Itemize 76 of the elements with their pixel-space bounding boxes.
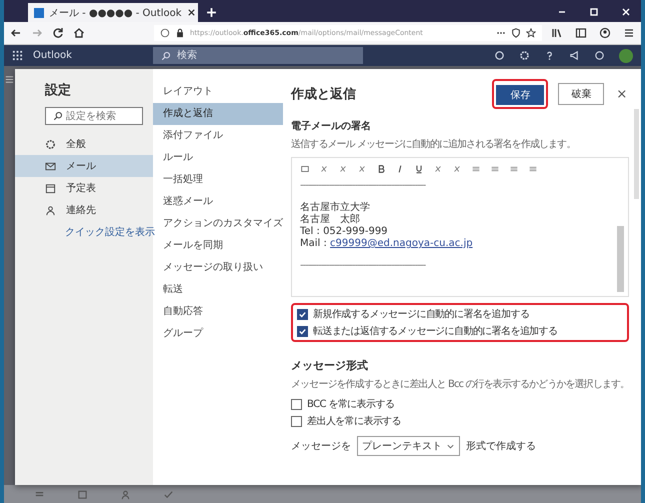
signature-line: ------------------------------------------------ [300, 180, 427, 192]
shield-icon[interactable] [511, 28, 521, 38]
signature-line: Mail : c99999@ed.nagoya-cu.ac.jp [300, 238, 474, 250]
scrollbar-thumb[interactable] [617, 226, 624, 292]
checkbox-label: 新規作成するメッセージに自動的に署名を追加する [313, 308, 530, 321]
compose-label: 形式で作成する [466, 440, 536, 453]
section-description: 送信するメール メッセージに自動的に追加される署名を作成します。 [291, 138, 576, 151]
sidebar-icon[interactable] [575, 27, 587, 39]
discard-button[interactable]: 破棄 [558, 83, 604, 105]
settings-title: 設定 [44, 82, 72, 99]
scrollbar-thumb[interactable] [634, 109, 640, 199]
save-button[interactable]: 保存 [496, 85, 544, 105]
subnav-item[interactable]: 自動応答 [153, 301, 283, 323]
subnav-item[interactable]: 添付ファイル [153, 125, 283, 147]
search-icon [161, 51, 171, 61]
subnav-item[interactable]: アクションのカスタマイズ [153, 213, 283, 235]
checkbox[interactable] [291, 416, 302, 426]
envelope-icon [45, 160, 56, 172]
checkbox-label: BCC を常に表示する [307, 398, 394, 411]
checkbox-label: 差出人を常に表示する [307, 414, 402, 428]
subnav-item[interactable]: グループ [153, 323, 283, 345]
signature-line: ------------------------------------------------ [300, 260, 427, 272]
menu-icon[interactable] [623, 27, 635, 39]
close-icon[interactable] [186, 8, 196, 17]
subnav-item[interactable]: レイアウト [153, 81, 283, 103]
signature-line: 名古屋市立大学 [300, 202, 371, 214]
pane-title: 作成と返信 [291, 86, 356, 103]
signature-line: 名古屋 太郎 [300, 214, 361, 226]
signature-editor[interactable]: ------------------------------------------------ 名古屋市立大学 名古屋 太郎 Tel : 052-999-999 Mail : c99999@ed.nagoya-cu.ac.jp ------------------------------------------------ [291, 157, 630, 297]
subnav-item[interactable]: 作成と返信 [153, 103, 283, 125]
email-link[interactable]: c99999@ed.nagoya-cu.ac.jp [330, 238, 473, 249]
settings-category[interactable]: 連絡先 [15, 199, 153, 221]
library-icon[interactable] [551, 27, 563, 39]
browser-tab[interactable]: メール - ●●●●● - Outlook [28, 3, 198, 22]
settings-category[interactable]: 全般 [15, 133, 153, 155]
checkbox-label: 転送または返信するメッセージに自動的に署名を追加する [313, 324, 558, 338]
signature-line: Tel : 052-999-999 [300, 226, 389, 238]
calendar-icon [45, 182, 56, 194]
subnav-item[interactable]: 一括処理 [153, 169, 283, 191]
info-icon [160, 28, 170, 38]
subnav-item[interactable]: 転送 [153, 279, 283, 301]
maximize-icon[interactable] [589, 7, 599, 17]
outlook-icon [34, 8, 44, 18]
avatar[interactable] [619, 48, 633, 62]
app-launcher-icon[interactable] [12, 50, 23, 61]
reload-icon[interactable] [52, 27, 64, 39]
close-button[interactable]: × [614, 86, 630, 102]
section-description: メッセージを作成するときに差出人と Bcc の行を表示するかどうかを選択します。 [291, 378, 630, 391]
settings-category[interactable]: メール [15, 155, 153, 177]
checkbox[interactable] [297, 326, 308, 336]
megaphone-icon[interactable] [569, 50, 580, 61]
format-dropdown[interactable]: プレーンテキスト [357, 436, 460, 456]
tab-title: メール - ●●●●● - Outlook [49, 6, 182, 20]
home-icon[interactable] [73, 27, 85, 39]
search-field[interactable]: 検索 [153, 47, 363, 64]
settings-category[interactable]: 予定表 [15, 177, 153, 199]
checkmark-icon[interactable] [163, 488, 174, 500]
back-icon[interactable] [10, 27, 22, 39]
section-heading: メッセージ形式 [291, 358, 369, 373]
subnav-item[interactable]: ルール [153, 147, 283, 169]
search-icon [53, 111, 63, 121]
settings-search-field[interactable]: 設定を検索 [45, 107, 143, 125]
lock-icon [175, 28, 185, 38]
subnav-item[interactable]: メールを同期 [153, 235, 283, 257]
checkbox[interactable] [297, 308, 308, 320]
app-title: Outlook [33, 50, 73, 61]
star-icon[interactable] [526, 28, 536, 38]
person-icon [45, 204, 56, 216]
new-tab-icon[interactable] [206, 7, 217, 18]
subnav-item[interactable]: 迷惑メール [153, 191, 283, 213]
subnav-item[interactable]: メッセージの取り扱い [153, 257, 283, 279]
compose-label: メッセージを [291, 440, 351, 453]
checkbox[interactable] [291, 398, 302, 410]
quick-settings-link[interactable]: クイック設定を表示 [15, 221, 153, 239]
section-heading: 電子メールの署名 [291, 120, 372, 133]
help-icon[interactable] [544, 50, 555, 61]
